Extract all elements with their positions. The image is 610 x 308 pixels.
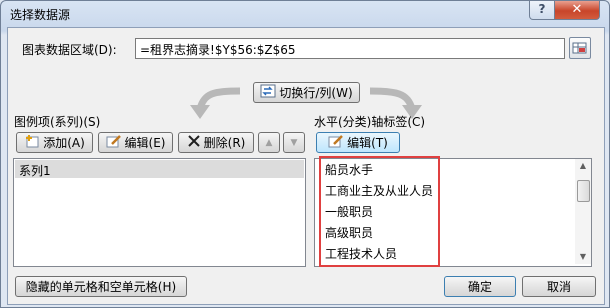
list-item: 工商业主及从业人员 — [325, 184, 434, 198]
series-panel-label: 图例项(系列)(S) — [14, 115, 101, 129]
series-list[interactable]: 系列1 — [13, 158, 306, 267]
switch-row-column-button[interactable]: 切换行/列(W) — [253, 82, 360, 103]
edit-axis-labels-label: 编辑(T) — [347, 136, 388, 150]
edit-icon — [328, 134, 344, 151]
switch-icon — [260, 84, 276, 101]
edit-axis-labels-button[interactable]: 编辑(T) — [316, 132, 400, 153]
category-scrollbar[interactable]: ▲ ▼ — [575, 159, 591, 264]
cancel-button[interactable]: 取消 — [522, 276, 596, 297]
switch-row-column-label: 切换行/列(W) — [279, 86, 353, 100]
help-button[interactable]: ? — [529, 1, 555, 20]
scroll-up-arrow-icon[interactable]: ▲ — [575, 159, 591, 173]
data-range-value: =租界志摘录!$Y$56:$Z$65 — [140, 43, 296, 57]
category-list[interactable]: 船员水手 工商业主及从业人员 一般职员 高级职员 工程技术人员 ▲ ▼ — [314, 158, 592, 267]
dialog-body: 图表数据区域(D): =租界志摘录!$Y$56:$Z$65 切换行/列(W) 图… — [7, 27, 605, 305]
add-series-button[interactable]: 添加(A) — [16, 132, 93, 153]
scroll-down-arrow-icon[interactable]: ▼ — [575, 250, 591, 264]
close-button[interactable]: ✕ — [554, 1, 600, 20]
collapse-dialog-button[interactable] — [569, 37, 591, 59]
move-up-button[interactable]: ▲ — [258, 132, 280, 153]
delete-series-button[interactable]: 删除(R) — [178, 132, 254, 153]
data-range-label: 图表数据区域(D): — [22, 43, 117, 57]
edit-series-button[interactable]: 编辑(E) — [98, 132, 173, 153]
category-panel-label: 水平(分类)轴标签(C) — [314, 115, 426, 129]
hidden-empty-cells-button[interactable]: 隐藏的单元格和空单元格(H) — [15, 276, 187, 297]
left-curve-arrow-icon — [190, 87, 241, 119]
add-icon — [24, 134, 40, 151]
list-item: 船员水手 — [325, 163, 374, 177]
list-item[interactable]: 系列1 — [15, 160, 304, 178]
list-item: 工程技术人员 — [325, 247, 398, 261]
delete-icon — [187, 134, 201, 151]
select-data-source-dialog: 选择数据源 ? ✕ 图表数据区域(D): =租界志摘录!$Y$56:$Z$65 — [0, 0, 610, 308]
move-down-button[interactable]: ▼ — [283, 132, 305, 153]
delete-series-label: 删除(R) — [203, 136, 246, 150]
edit-series-label: 编辑(E) — [124, 136, 166, 150]
edit-icon — [106, 134, 122, 151]
title-bar: 选择数据源 ? ✕ — [1, 1, 609, 25]
add-series-label: 添加(A) — [43, 136, 85, 150]
window-title: 选择数据源 — [10, 8, 71, 22]
scroll-thumb[interactable] — [577, 180, 590, 202]
data-range-input[interactable]: =租界志摘录!$Y$56:$Z$65 — [135, 38, 565, 59]
list-item: 高级职员 — [325, 226, 374, 240]
ok-button[interactable]: 确定 — [444, 276, 516, 297]
range-select-icon — [572, 42, 587, 54]
list-item: 一般职员 — [325, 205, 374, 219]
